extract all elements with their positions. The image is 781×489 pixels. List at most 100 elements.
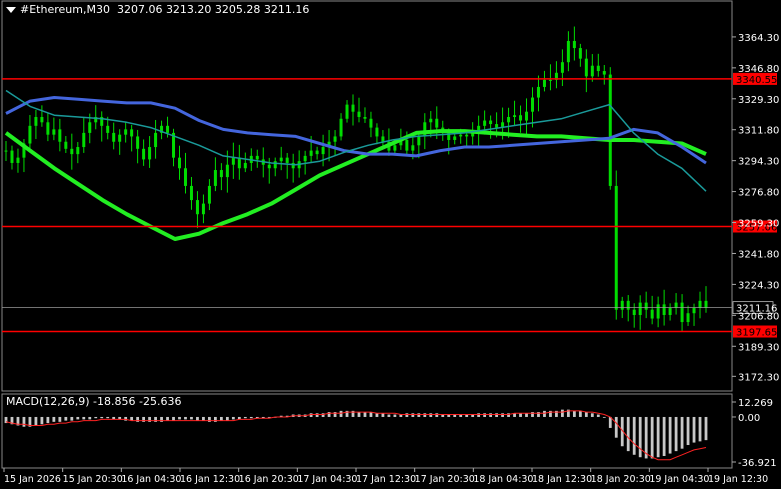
candle-body	[680, 302, 684, 323]
candle-body	[363, 116, 367, 119]
candle-body	[620, 300, 624, 310]
candle-body	[357, 111, 361, 117]
macd-bar	[435, 413, 439, 417]
candle-body	[429, 118, 433, 123]
candle-body	[548, 79, 552, 81]
macd-bar	[315, 413, 319, 417]
macd-bar	[243, 416, 247, 419]
macd-bar	[214, 416, 217, 422]
macd-bar	[501, 413, 504, 417]
x-tick-label: 19 Jan 12:30	[708, 474, 768, 485]
macd-bar	[94, 416, 98, 419]
x-tick-label: 16 Jan 12:30	[180, 474, 240, 485]
candle-body	[64, 141, 68, 149]
macd-bar	[584, 412, 588, 417]
macd-bar	[64, 416, 68, 421]
candle-body	[303, 155, 307, 162]
candle-body	[279, 157, 283, 162]
candle-body	[243, 162, 247, 169]
macd-bar	[381, 413, 385, 417]
x-tick-label: 16 Jan 20:30	[239, 474, 299, 485]
candle-body	[465, 134, 469, 137]
candle-body	[82, 132, 86, 148]
candle-body	[525, 111, 529, 121]
macd-bar	[561, 409, 564, 417]
candle-body	[453, 136, 457, 140]
macd-bar	[686, 416, 690, 446]
candle-body	[76, 147, 80, 155]
candle-body	[46, 122, 50, 135]
y-tick-label: 3364.30	[738, 33, 779, 44]
macd-bar	[154, 416, 157, 422]
x-tick-label: 15 Jan 2026	[4, 474, 61, 485]
macd-bar	[543, 410, 546, 417]
candle-body	[584, 58, 588, 77]
candle-body	[393, 145, 397, 151]
candle-body	[130, 129, 134, 137]
y-tick-label: 3189.30	[738, 342, 779, 353]
candle-body	[542, 79, 546, 87]
macd-bar	[411, 413, 415, 417]
candle-body	[213, 170, 217, 186]
macd-bar	[578, 410, 582, 417]
candle-body	[34, 116, 38, 126]
macd-bar	[590, 413, 594, 417]
macd-bar	[632, 416, 636, 455]
x-tick-label: 17 Jan 04:30	[297, 474, 357, 485]
candle-body	[189, 185, 193, 201]
macd-bar	[596, 414, 600, 417]
macd-bar	[369, 412, 373, 417]
candle-body	[608, 74, 612, 186]
candle-body	[321, 147, 325, 155]
chart-canvas: 3340.553257.063197.653211.163364.303346.…	[0, 0, 781, 489]
candle-body	[273, 161, 277, 169]
candle-body	[668, 307, 672, 315]
candle-body	[483, 120, 487, 126]
candle-body	[40, 116, 44, 123]
candle-body	[124, 129, 128, 135]
symbol-label: #Ethereum,M30	[20, 3, 110, 16]
macd-bar	[148, 416, 151, 422]
macd-y-tick-label: 0.00	[738, 413, 760, 424]
candle-body	[644, 302, 648, 310]
x-tick-label: 18 Jan 04:30	[473, 474, 533, 485]
y-tick-label: 3294.30	[738, 157, 779, 168]
macd-y-tick-label: 12.269	[738, 398, 773, 409]
candle-body	[309, 150, 313, 156]
candle-body	[560, 62, 564, 73]
macd-bar	[22, 416, 26, 427]
macd-bar	[82, 416, 86, 420]
y-tick-label: 3311.80	[738, 126, 779, 137]
macd-bar	[393, 414, 397, 417]
y-tick-label: 3206.80	[738, 311, 779, 322]
collapse-triangle-icon[interactable]	[6, 7, 16, 13]
candle-body	[4, 150, 8, 152]
macd-bar	[58, 416, 62, 422]
candle-body	[148, 147, 152, 160]
macd-bar	[172, 416, 175, 421]
candle-body	[375, 127, 379, 137]
y-tick-label: 3276.80	[738, 188, 779, 199]
macd-bar	[225, 416, 229, 421]
macd-bar	[166, 416, 169, 421]
candle-body	[154, 132, 158, 148]
macd-bar	[363, 412, 367, 417]
candle-body	[590, 65, 594, 77]
macd-bar	[483, 413, 487, 417]
macd-bar	[357, 412, 361, 417]
level-label-1: 3340.55	[736, 75, 777, 86]
y-tick-label: 3329.30	[738, 95, 779, 106]
macd-bar	[656, 416, 660, 458]
macd-bar	[519, 413, 522, 417]
candle-body	[183, 168, 187, 186]
macd-bar	[178, 416, 181, 420]
candle-body	[106, 125, 110, 133]
macd-bar	[76, 416, 80, 420]
macd-bar	[202, 416, 205, 421]
macd-bar	[638, 416, 642, 458]
candle-body	[459, 134, 463, 137]
candle-body	[112, 132, 116, 142]
candle-body	[704, 300, 708, 308]
candle-body	[142, 148, 146, 160]
macd-bar	[626, 416, 630, 452]
